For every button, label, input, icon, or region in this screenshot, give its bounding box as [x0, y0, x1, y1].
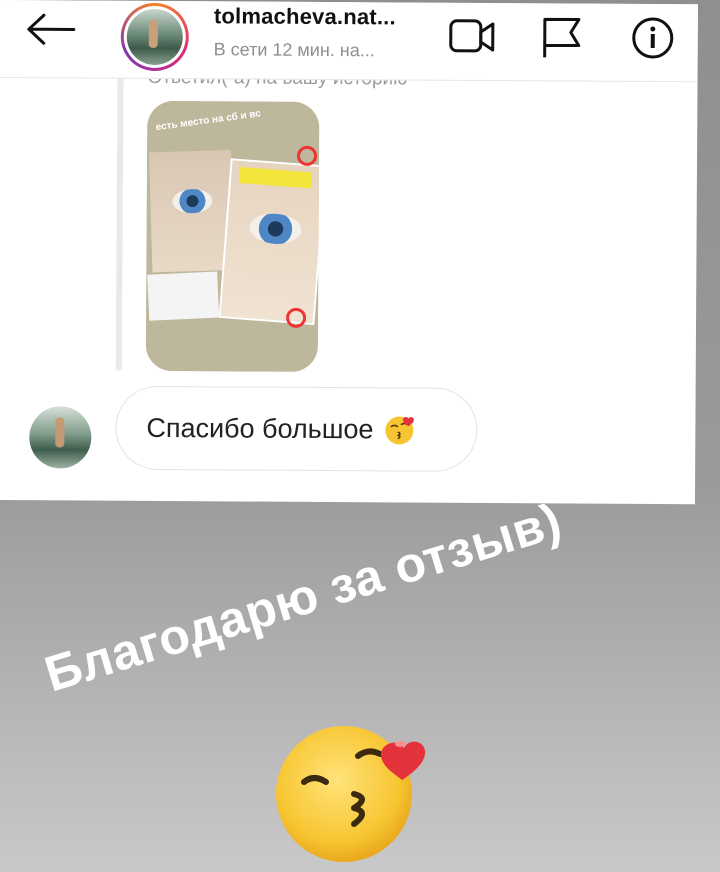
- video-call-button[interactable]: [448, 15, 498, 59]
- chat-username[interactable]: tolmacheva.nat...: [214, 3, 396, 30]
- chat-header: tolmacheva.nat... В сети 12 мин. на...: [0, 0, 698, 83]
- chat-screenshot: tolmacheva.nat... В сети 12 мин. на... О…: [0, 0, 698, 505]
- story-photo-1: [149, 150, 235, 273]
- sender-avatar[interactable]: [29, 406, 92, 469]
- message-text: Спасибо большое: [146, 412, 374, 444]
- back-arrow-icon: [27, 13, 76, 45]
- reply-indicator-line: [115, 70, 124, 371]
- overlay-caption: Благодарю за отзыв): [38, 492, 568, 703]
- video-call-icon: [449, 19, 495, 53]
- info-button[interactable]: [628, 16, 678, 60]
- red-accent: [296, 145, 318, 166]
- yellow-label: [238, 166, 312, 189]
- message-bubble[interactable]: Спасибо большое: [115, 385, 478, 472]
- story-preview[interactable]: есть место на сб и вс: [145, 100, 320, 372]
- kissing-heart-emoji-icon: [276, 726, 426, 862]
- profile-avatar[interactable]: [120, 2, 189, 72]
- story-photo-2: [218, 158, 320, 326]
- report-button[interactable]: [539, 15, 589, 59]
- kissing-heart-emoji-icon: [385, 416, 414, 445]
- online-status: В сети 12 мин. на...: [213, 39, 375, 61]
- story-sketch: [147, 271, 220, 321]
- story-caption: есть место на сб и вс: [155, 108, 262, 134]
- eye-photo: [248, 211, 303, 246]
- back-button[interactable]: [24, 12, 78, 46]
- flag-icon: [543, 17, 581, 58]
- info-icon: [632, 17, 674, 59]
- eye-photo: [172, 188, 213, 214]
- red-accent: [286, 307, 307, 328]
